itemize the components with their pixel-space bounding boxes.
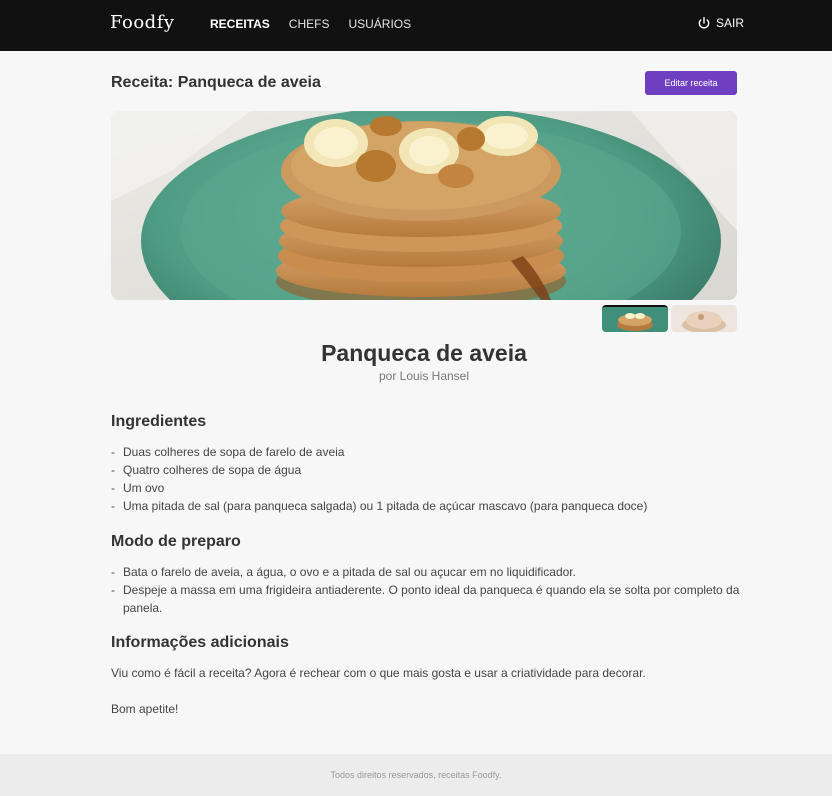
preparation-list: Bata o farelo de aveia, a água, o ovo e … [111, 563, 741, 617]
ingredients-list: Duas colheres de sopa de farelo de aveia… [111, 443, 741, 515]
logout-label: SAIR [716, 16, 745, 30]
list-item: Bata o farelo de aveia, a água, o ovo e … [111, 563, 741, 581]
additional-info-heading: Informações adicionais [111, 634, 289, 651]
page-title: Receita: Panqueca de aveia [111, 74, 321, 91]
list-item: Uma pitada de sal (para panqueca salgada… [111, 497, 741, 515]
list-item: Duas colheres de sopa de farelo de aveia [111, 443, 741, 461]
list-item: Quatro colheres de sopa de água [111, 461, 741, 479]
nav-usuarios[interactable]: USUÁRIOS [348, 17, 411, 31]
footer: Todos direitos reservados, receitas Food… [0, 754, 832, 796]
thumbnail-1[interactable] [602, 305, 668, 332]
power-icon [698, 17, 710, 29]
additional-info-text: Viu como é fácil a receita? Agora é rech… [111, 666, 646, 680]
thumbnail-2[interactable] [671, 305, 737, 332]
edit-recipe-button[interactable]: Editar receita [645, 71, 737, 95]
foodfy-logo[interactable]: Foodfy [110, 12, 175, 33]
list-item: Despeje a massa em uma frigideira antiad… [111, 581, 741, 617]
recipe-author: por Louis Hansel [378, 369, 470, 383]
nav-chefs[interactable]: CHEFS [289, 17, 330, 31]
nav-receitas[interactable]: RECEITAS [210, 17, 270, 31]
main-nav: RECEITAS CHEFS USUÁRIOS [210, 17, 411, 31]
footer-text: Todos direitos reservados, receitas Food… [330, 770, 502, 780]
image-thumbnails [602, 305, 737, 332]
recipe-title: Panqueca de aveia [321, 340, 527, 366]
page-header: Receita: Panqueca de aveia Editar receit… [111, 71, 737, 95]
logout-button[interactable]: SAIR [697, 16, 744, 30]
list-item: Um ovo [111, 479, 741, 497]
top-navbar: Foodfy RECEITAS CHEFS USUÁRIOS SAIR [0, 0, 832, 51]
ingredients-heading: Ingredientes [111, 413, 207, 430]
preparation-heading: Modo de preparo [111, 533, 241, 550]
closing-text: Bom apetite! [111, 702, 179, 716]
recipe-main-image [111, 111, 737, 300]
